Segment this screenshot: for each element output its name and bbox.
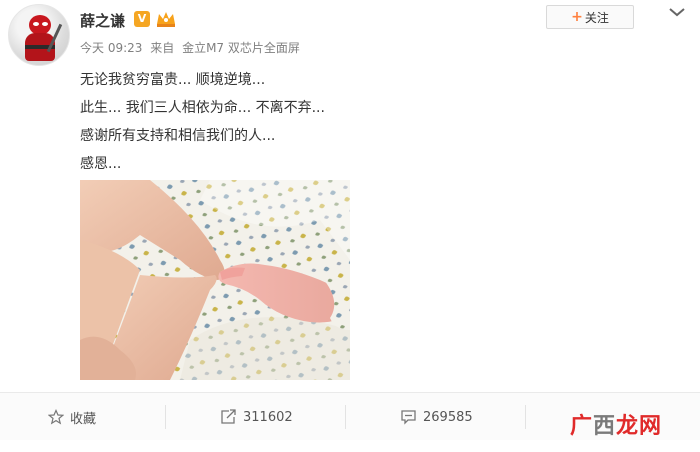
watermark-logo: 广西龙网 (570, 414, 663, 439)
user-name[interactable]: 薛之谦 (80, 10, 125, 31)
photo-baby-hand-image (80, 180, 350, 380)
follow-label: 关注 (584, 10, 609, 25)
repost-icon (221, 409, 236, 424)
post-meta: 今天 09:23 来自 金立M7 双芯片全面屏 (80, 39, 304, 56)
avatar[interactable] (8, 4, 70, 66)
weibo-post: 薛之谦 V 今天 09:23 来自 金立M7 双芯片全面屏 + 关注 无论我贫穷… (0, 0, 700, 452)
post-line: 无论我贫穷富贵... 顺境逆境... (80, 72, 266, 88)
post-line: 此生... 我们三人相依为命... 不离不弃... (80, 100, 325, 116)
post-line: 感谢所有支持和相信我们的人... (80, 128, 276, 144)
repost-button[interactable]: 311602 (220, 393, 293, 441)
divider (345, 405, 346, 429)
member-crown-icon[interactable] (155, 10, 177, 28)
divider (165, 405, 166, 429)
post-time[interactable]: 今天 09:23 (80, 41, 142, 55)
post-text: 无论我贫穷富贵... 顺境逆境... 此生... 我们三人相依为命... 不离不… (80, 66, 325, 178)
post-line: 感恩... (80, 156, 122, 172)
verified-badge-icon: V (134, 11, 150, 27)
favorite-label: 收藏 (70, 411, 97, 427)
star-icon (48, 409, 64, 425)
divider (525, 405, 526, 429)
post-source[interactable]: 金立M7 双芯片全面屏 (182, 41, 300, 55)
comment-count: 269585 (423, 409, 473, 425)
comment-button[interactable]: 269585 (400, 393, 473, 441)
source-prefix: 来自 (150, 41, 175, 55)
comment-icon (401, 410, 416, 425)
post-photo[interactable] (80, 180, 350, 380)
chevron-down-icon[interactable] (668, 6, 686, 18)
plus-icon: + (571, 9, 583, 25)
follow-button[interactable]: + 关注 (546, 5, 634, 29)
favorite-button[interactable]: 收藏 (48, 393, 96, 441)
repost-count: 311602 (243, 409, 293, 425)
